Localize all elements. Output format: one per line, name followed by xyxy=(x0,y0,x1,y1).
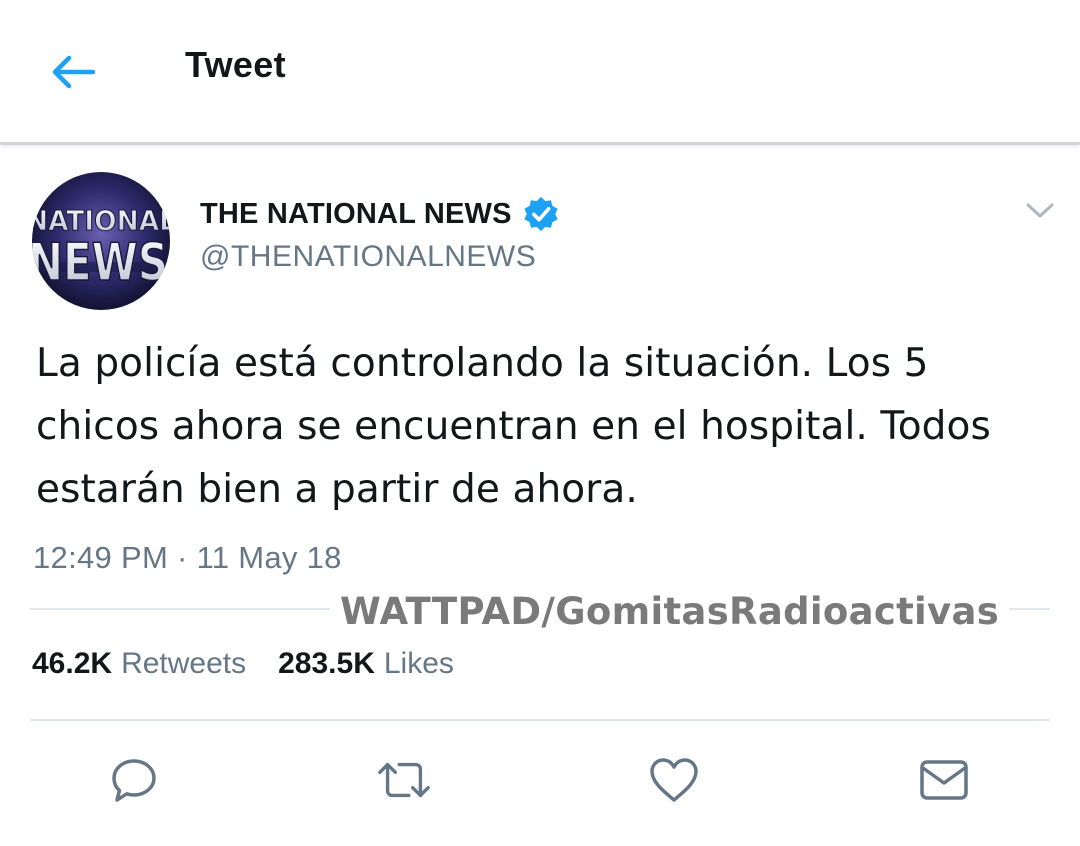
chevron-down-icon xyxy=(1026,203,1054,218)
likes-count: 283.5K xyxy=(278,647,375,680)
retweet-button[interactable] xyxy=(376,752,432,808)
action-bar xyxy=(0,748,1080,812)
author-display-name: THE NATIONAL NEWS xyxy=(200,197,512,230)
share-button[interactable] xyxy=(916,752,972,808)
tweet-stats: 46.2K Retweets 283.5K Likes xyxy=(32,647,486,681)
page-title: Tweet xyxy=(185,44,286,85)
back-button[interactable] xyxy=(40,44,104,100)
like-icon xyxy=(650,758,698,802)
reply-icon xyxy=(112,759,156,802)
tweet-text: La policía está controlando la situación… xyxy=(36,341,991,512)
likes-label: Likes xyxy=(383,647,454,680)
watermark: WATTPAD/GomitasRadioactivas xyxy=(330,580,1010,642)
avatar[interactable]: NATIONAL NEWS xyxy=(32,172,170,310)
retweets-count: 46.2K xyxy=(32,647,113,680)
tweet-timestamp: 12:49 PM · 11 May 18 xyxy=(33,540,342,575)
author-handle[interactable]: @THENATIONALNEWS xyxy=(200,240,536,274)
top-bar: Tweet xyxy=(0,0,1080,145)
verified-badge-icon xyxy=(524,196,558,232)
tweet-options-button[interactable] xyxy=(1020,194,1060,228)
retweets-label: Retweets xyxy=(121,647,247,680)
retweets-stat[interactable]: 46.2K Retweets xyxy=(32,647,246,681)
avatar-logo-bottom: NEWS xyxy=(32,233,168,293)
divider xyxy=(30,719,1050,721)
back-arrow-icon xyxy=(52,55,95,89)
share-icon xyxy=(920,760,968,800)
reply-button[interactable] xyxy=(106,752,162,808)
author-name[interactable]: THE NATIONAL NEWS xyxy=(200,195,560,233)
like-button[interactable] xyxy=(646,752,702,808)
likes-stat[interactable]: 283.5K Likes xyxy=(278,647,454,681)
retweet-icon xyxy=(378,762,430,798)
